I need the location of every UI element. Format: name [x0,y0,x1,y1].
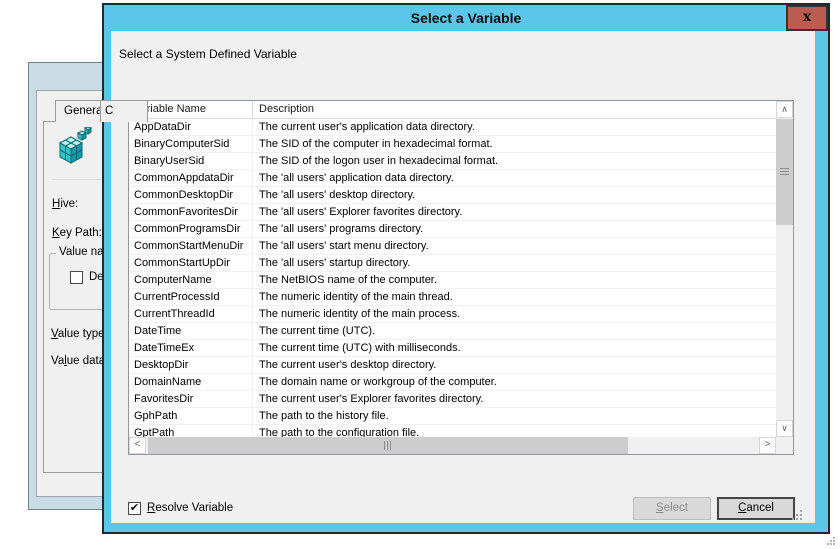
hive-label: Hive: [52,198,79,210]
description-cell: The current time (UTC). [259,325,376,337]
description-cell: The current user's application data dire… [259,121,475,133]
description-cell: The SID of the computer in hexadecimal f… [259,138,493,150]
registry-icon [58,127,92,164]
value-data-label: Value data [51,355,106,367]
value-type-label: Value type [51,328,105,340]
table-row[interactable]: DateTimeEx The current time (UTC) with mi… [129,340,776,357]
variable-name-cell: CommonProgramsDir [129,221,253,237]
table-row[interactable]: BinaryComputerSid The SID of the computer… [129,136,776,153]
variables-listview: Variable Name Description AppDataDir The … [128,100,794,455]
description-cell: The domain name or workgroup of the comp… [259,376,497,388]
description-cell: The NetBIOS name of the computer. [259,274,437,286]
close-button[interactable]: x [786,5,828,31]
listview-rows: AppDataDir The current user's application… [129,119,776,437]
dialog-title: Select a Variable [410,10,522,26]
table-row[interactable]: BinaryUserSid The SID of the logon user i… [129,153,776,170]
vertical-scrollbar-thumb[interactable] [776,119,793,225]
value-name-group-label: Value na [56,246,107,258]
table-row[interactable]: CommonStartUpDir The 'all users' startup … [129,255,776,272]
dialog-header-label: Select a System Defined Variable [119,47,297,61]
description-cell: The 'all users' startup directory. [259,257,411,269]
horizontal-scrollbar[interactable]: < > [129,437,776,454]
variable-name-cell: CurrentThreadId [129,306,253,322]
variable-name-cell: DateTimeEx [129,340,253,356]
resolve-variable-label[interactable]: Resolve Variable [147,502,233,514]
vertical-scrollbar[interactable]: ∧ ∨ [776,101,793,437]
close-icon: x [802,9,812,25]
variable-name-cell: GptPath [129,425,253,437]
horizontal-scrollbar-thumb[interactable] [148,437,628,454]
thumb-grip-icon [780,168,789,176]
variable-name-cell: CurrentProcessId [129,289,253,305]
variable-name-cell: FavoritesDir [129,391,253,407]
dialog-titlebar[interactable]: Select a Variable [104,5,828,32]
table-row[interactable]: GptPath The path to the configuration fil… [129,425,776,437]
table-row[interactable]: ComputerName The NetBIOS name of the comp… [129,272,776,289]
resize-grip[interactable] [790,508,803,521]
description-cell: The current user's desktop directory. [259,359,437,371]
description-cell: The path to the history file. [259,410,389,422]
table-row[interactable]: FavoritesDir The current user's Explorer … [129,391,776,408]
default-checkbox[interactable] [70,271,83,284]
scroll-right-button[interactable]: > [759,437,776,454]
scroll-up-icon: ∧ [781,104,788,114]
scroll-down-button[interactable]: ∨ [776,420,793,437]
resolve-variable-checkbox[interactable]: ✔ [128,502,141,515]
description-cell: The 'all users' Explorer favorites direc… [259,206,463,218]
window-resize-grip[interactable] [826,537,836,546]
table-row[interactable]: DateTime The current time (UTC). [129,323,776,340]
description-cell: The numeric identity of the main process… [259,308,461,320]
scroll-left-button[interactable]: < [129,437,146,454]
key-path-label: Key Path: [52,227,102,239]
variable-name-cell: CommonDesktopDir [129,187,253,203]
scrollbar-corner [776,437,793,454]
scroll-up-button[interactable]: ∧ [776,101,793,118]
variable-name-cell: BinaryComputerSid [129,136,253,152]
variable-name-cell: GphPath [129,408,253,424]
variable-name-cell: DateTime [129,323,253,339]
scroll-down-icon: ∨ [781,423,788,433]
table-row[interactable]: CurrentThreadId The numeric identity of t… [129,306,776,323]
variable-name-cell: CommonAppdataDir [129,170,253,186]
variable-name-cell: BinaryUserSid [129,153,253,169]
table-row[interactable]: CommonDesktopDir The 'all users' desktop … [129,187,776,204]
column-header-description[interactable]: Description [253,101,793,118]
checkmark-icon: ✔ [129,502,140,514]
cancel-button[interactable]: Cancel [717,497,795,520]
table-row[interactable]: DomainName The domain name or workgroup o… [129,374,776,391]
table-row[interactable]: CurrentProcessId The numeric identity of … [129,289,776,306]
table-row[interactable]: CommonStartMenuDir The 'all users' start … [129,238,776,255]
description-cell: The current time (UTC) with milliseconds… [259,342,461,354]
variable-name-cell: CommonFavoritesDir [129,204,253,220]
scroll-right-icon: > [764,439,771,450]
description-cell: The path to the configuration file. [259,427,420,437]
table-row[interactable]: CommonFavoritesDir The 'all users' Explor… [129,204,776,221]
select-a-variable-dialog: Select a Variable x Select a System Defi… [102,3,830,534]
table-row[interactable]: AppDataDir The current user's application… [129,119,776,136]
table-row[interactable]: DesktopDir The current user's desktop dir… [129,357,776,374]
description-cell: The 'all users' programs directory. [259,223,424,235]
listview-header: Variable Name Description [129,101,793,119]
variable-name-cell: ComputerName [129,272,253,288]
scroll-left-icon: < [134,439,141,450]
description-cell: The 'all users' start menu directory. [259,240,429,252]
description-cell: The numeric identity of the main thread. [259,291,453,303]
select-button[interactable]: Select [633,497,711,520]
description-cell: The 'all users' application data directo… [259,172,454,184]
table-row[interactable]: GphPath The path to the history file. [129,408,776,425]
variable-name-cell: DesktopDir [129,357,253,373]
variable-name-cell: DomainName [129,374,253,390]
description-cell: The 'all users' desktop directory. [259,189,416,201]
description-cell: The current user's Explorer favorites di… [259,393,484,405]
tab-next-partial[interactable]: C [100,100,148,122]
thumb-grip-icon [384,441,392,450]
table-row[interactable]: CommonProgramsDir The 'all users' program… [129,221,776,238]
description-cell: The SID of the logon user in hexadecimal… [259,155,499,167]
variable-name-cell: CommonStartMenuDir [129,238,253,254]
table-row[interactable]: CommonAppdataDir The 'all users' applicat… [129,170,776,187]
dialog-body: Select a System Defined Variable Variabl… [111,31,815,523]
variable-name-cell: CommonStartUpDir [129,255,253,271]
